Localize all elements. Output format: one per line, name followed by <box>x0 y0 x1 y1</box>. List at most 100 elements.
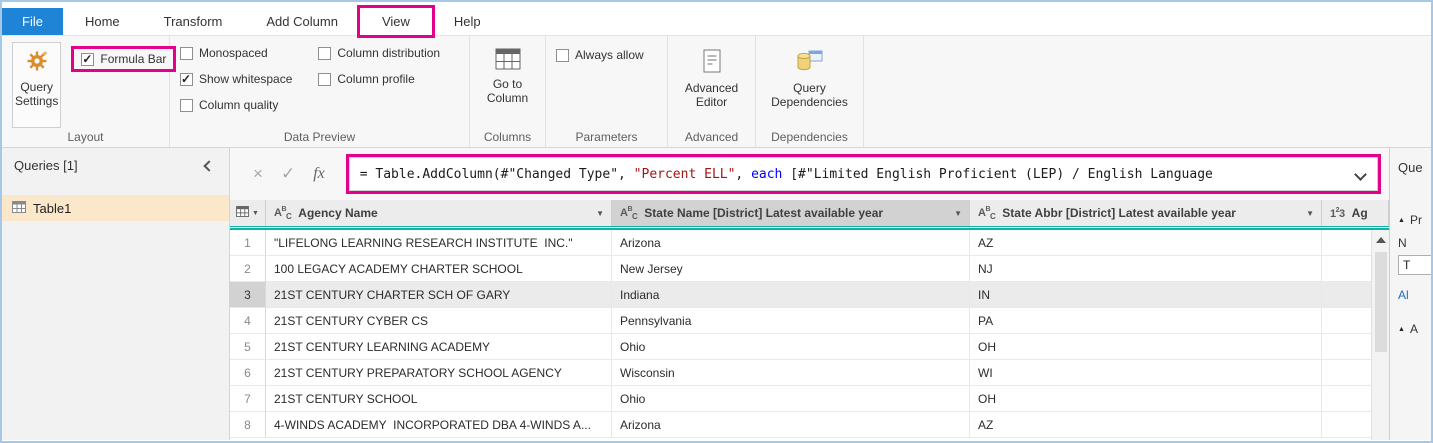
table-cell[interactable]: Arizona <box>612 412 970 438</box>
checkbox-label: Column profile <box>337 72 415 86</box>
table-cell[interactable]: IN <box>970 282 1322 308</box>
table-row[interactable]: 7 21ST CENTURY SCHOOL Ohio OH <box>230 386 1389 412</box>
table-cell[interactable]: Indiana <box>612 282 970 308</box>
query-name-input[interactable]: T <box>1398 255 1431 275</box>
ribbon-group-layout: Query Settings Formula Bar Layout <box>2 36 177 147</box>
table-cell[interactable]: Pennsylvania <box>612 308 970 334</box>
table-cell[interactable]: AZ <box>970 412 1322 438</box>
checkbox-label: Show whitespace <box>199 72 293 86</box>
queries-pane: Queries [1] Table1 <box>2 148 230 440</box>
row-number[interactable]: 5 <box>230 334 266 360</box>
table-cell[interactable]: Arizona <box>612 230 970 256</box>
filter-dropdown-icon[interactable]: ▼ <box>589 209 611 218</box>
show-whitespace-checkbox[interactable]: Show whitespace <box>180 72 292 86</box>
ribbon-group-columns: Go to Column Columns <box>470 36 546 147</box>
row-number[interactable]: 2 <box>230 256 266 282</box>
advanced-editor-button[interactable]: Advanced Editor <box>678 44 745 113</box>
table-row[interactable]: 8 4-WINDS ACADEMY INCORPORATED DBA 4-WIND… <box>230 412 1389 438</box>
row-number[interactable]: 3 <box>230 282 266 308</box>
row-number[interactable]: 4 <box>230 308 266 334</box>
table-cell[interactable]: Wisconsin <box>612 360 970 386</box>
applied-steps-section-header[interactable]: ▲ A <box>1398 322 1431 336</box>
commit-formula-icon[interactable]: ✓ <box>272 164 304 184</box>
row-number[interactable]: 6 <box>230 360 266 386</box>
checkbox-label: Column quality <box>199 98 279 112</box>
row-number[interactable]: 7 <box>230 386 266 412</box>
table-cell[interactable]: OH <box>970 386 1322 412</box>
table-row[interactable]: 5 21ST CENTURY LEARNING ACADEMY Ohio OH <box>230 334 1389 360</box>
checkbox-box <box>318 72 332 86</box>
scrollbar-thumb[interactable] <box>1374 252 1387 352</box>
all-properties-link[interactable]: Al <box>1398 288 1431 302</box>
main-area: Queries [1] Table1 × ✓ fx = Table.AddCol… <box>2 148 1431 440</box>
table-row[interactable]: 4 21ST CENTURY CYBER CS Pennsylvania PA <box>230 308 1389 334</box>
table-cell[interactable]: 21ST CENTURY CHARTER SCH OF GARY <box>266 282 612 308</box>
table-cell[interactable]: WI <box>970 360 1322 386</box>
column-header-3[interactable]: ABC State Abbr [District] Latest availabl… <box>970 200 1322 226</box>
query-settings-button[interactable]: Query Settings <box>12 42 62 128</box>
row-number[interactable]: 1 <box>230 230 266 256</box>
table-cell[interactable]: PA <box>970 308 1322 334</box>
table-cell[interactable]: 100 LEGACY ACADEMY CHARTER SCHOOL <box>266 256 612 282</box>
expand-formula-icon[interactable] <box>1354 167 1367 181</box>
filter-dropdown-icon[interactable]: ▼ <box>947 209 969 218</box>
table-cell[interactable]: 21ST CENTURY SCHOOL <box>266 386 612 412</box>
table-row[interactable]: 1 "LIFELONG LEARNING RESEARCH INSTITUTE I… <box>230 230 1389 256</box>
table-cell[interactable]: Ohio <box>612 334 970 360</box>
column-header-1[interactable]: ABC Agency Name ▼ <box>266 200 612 226</box>
collapse-pane-icon[interactable] <box>203 159 215 172</box>
column-grid-icon <box>495 48 521 73</box>
ribbon-group-dependencies: Query Dependencies Dependencies <box>756 36 864 147</box>
monospaced-checkbox[interactable]: Monospaced <box>180 46 292 60</box>
query-item-table1[interactable]: Table1 <box>2 195 229 221</box>
checkbox-box <box>180 98 193 112</box>
select-all-corner[interactable]: ▼ <box>230 200 266 226</box>
properties-section-header[interactable]: ▲ Pr <box>1398 213 1431 227</box>
fx-icon[interactable]: fx <box>304 165 334 183</box>
query-dependencies-button[interactable]: Query Dependencies <box>766 44 853 113</box>
table-cell[interactable]: OH <box>970 334 1322 360</box>
query-settings-pane: Que ▲ Pr N T Al ▲ A <box>1389 148 1431 440</box>
column-header-2[interactable]: ABC State Name [District] Latest availabl… <box>612 200 970 226</box>
formula-token-plain: [#"Limited English Proficient (LEP) / En… <box>782 166 1213 182</box>
column-profile-checkbox[interactable]: Column profile <box>318 72 440 86</box>
ribbon-tab-file[interactable]: File <box>2 8 63 35</box>
table-cell[interactable]: 4-WINDS ACADEMY INCORPORATED DBA 4-WINDS… <box>266 412 612 438</box>
table-row[interactable]: 3 21ST CENTURY CHARTER SCH OF GARY Indiana… <box>230 282 1389 308</box>
column-quality-checkbox[interactable]: Column quality <box>180 98 292 112</box>
table-cell[interactable]: Ohio <box>612 386 970 412</box>
scroll-up-icon[interactable] <box>1375 237 1386 243</box>
column-distribution-checkbox[interactable]: Column distribution <box>318 46 440 60</box>
checkbox-box <box>318 46 332 60</box>
table-cell[interactable]: NJ <box>970 256 1322 282</box>
ribbon-tab-home[interactable]: Home <box>63 8 142 35</box>
always-allow-checkbox[interactable]: Always allow <box>556 48 657 62</box>
filter-dropdown-icon[interactable]: ▼ <box>1299 209 1321 218</box>
vertical-scrollbar[interactable] <box>1371 230 1389 440</box>
table-row[interactable]: 2 100 LEGACY ACADEMY CHARTER SCHOOL New Je… <box>230 256 1389 282</box>
go-to-column-button[interactable]: Go to Column <box>480 44 535 109</box>
table-cell[interactable]: "LIFELONG LEARNING RESEARCH INSTITUTE IN… <box>266 230 612 256</box>
ribbon-tab-view[interactable]: View <box>360 8 432 35</box>
cancel-formula-icon[interactable]: × <box>244 164 272 184</box>
group-label-layout: Layout <box>67 130 104 144</box>
checkbox-label: Always allow <box>575 48 644 62</box>
table-cell[interactable]: 21ST CENTURY CYBER CS <box>266 308 612 334</box>
table-cell[interactable]: 21ST CENTURY LEARNING ACADEMY <box>266 334 612 360</box>
queries-pane-title: Queries [1] <box>14 158 78 173</box>
column-header-label: State Abbr [District] Latest available y… <box>1002 206 1236 220</box>
go-to-column-label: Go to Column <box>486 77 529 105</box>
table-cell[interactable]: AZ <box>970 230 1322 256</box>
formula-bar-checkbox[interactable]: Formula Bar <box>81 52 166 66</box>
row-number[interactable]: 8 <box>230 412 266 438</box>
ribbon-tab-help[interactable]: Help <box>432 8 503 35</box>
column-header-4[interactable]: 123 Ag <box>1322 200 1389 226</box>
table-row[interactable]: 6 21ST CENTURY PREPARATORY SCHOOL AGENCY W… <box>230 360 1389 386</box>
table-cell[interactable]: 21ST CENTURY PREPARATORY SCHOOL AGENCY <box>266 360 612 386</box>
formula-text: = Table.AddColumn(#"Changed Type", "Perc… <box>360 167 1346 182</box>
ribbon-tab-transform[interactable]: Transform <box>142 8 245 35</box>
table-cell[interactable]: New Jersey <box>612 256 970 282</box>
ribbon-tab-add-column[interactable]: Add Column <box>244 8 360 35</box>
formula-input[interactable]: = Table.AddColumn(#"Changed Type", "Perc… <box>348 157 1378 191</box>
database-dependencies-icon <box>796 48 824 77</box>
